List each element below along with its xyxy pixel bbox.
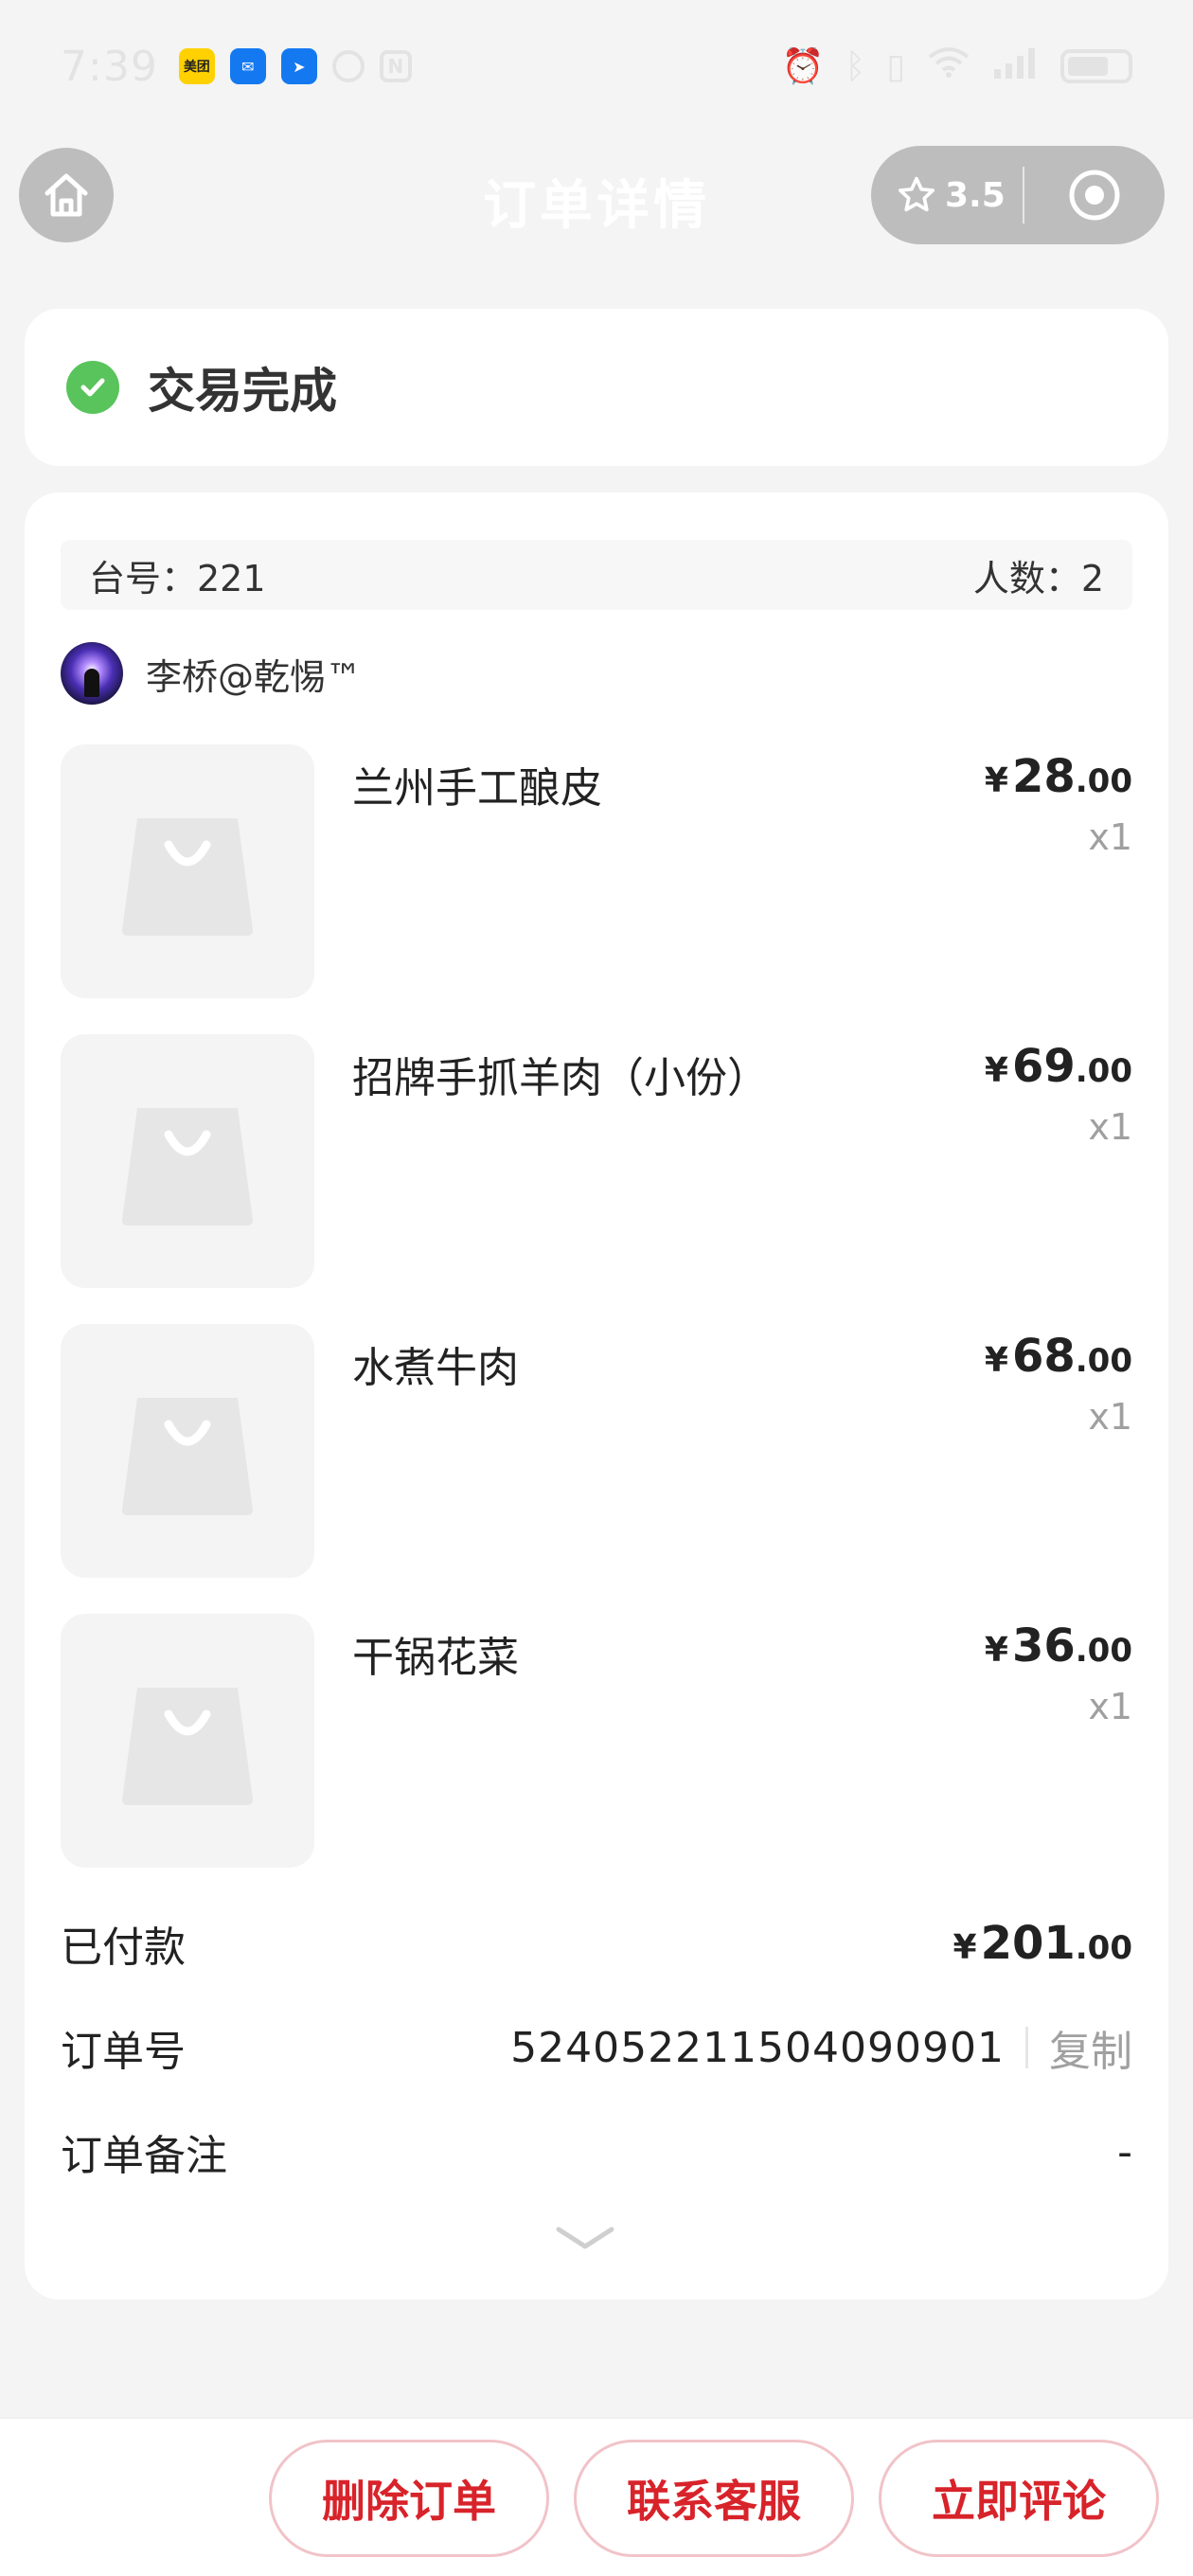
bluetooth-icon: ᛒ <box>845 46 866 86</box>
close-mini-program-button[interactable] <box>1024 167 1165 224</box>
expand-button[interactable] <box>555 2224 615 2258</box>
product-thumbnail <box>61 744 314 998</box>
status-right-icons: ⏰ ᛒ ▯ <box>782 45 1132 88</box>
rating-value: 3.5 <box>945 175 1006 215</box>
delete-order-button[interactable]: 删除订单 <box>269 2440 549 2557</box>
target-icon <box>1069 170 1120 221</box>
item-quantity: x1 <box>1088 1106 1132 1148</box>
rating-button[interactable]: 3.5 <box>871 174 1023 216</box>
item-price: ¥28.00 <box>984 750 1132 803</box>
star-icon <box>898 176 935 212</box>
avatar <box>61 642 123 705</box>
product-thumbnail <box>61 1034 314 1288</box>
product-thumbnail <box>61 1324 314 1578</box>
status-time: 7:39 <box>61 42 158 91</box>
list-item[interactable]: 招牌手抓羊肉（小份） ¥69.00 x1 <box>61 1034 1132 1288</box>
list-item[interactable]: 兰州手工酿皮 ¥28.00 x1 <box>61 744 1132 998</box>
people-count: 人数：2 <box>972 557 1104 599</box>
shopping-bag-icon <box>122 1688 253 1805</box>
order-number-row: 订单号 524052211504090901 复制 <box>61 2017 1132 2078</box>
order-number-value: 524052211504090901 <box>510 2023 1005 2072</box>
mail-icon: ✉ <box>229 48 266 84</box>
list-item[interactable]: 干锅花菜 ¥36.00 x1 <box>61 1614 1132 1868</box>
signal-icon <box>992 46 1040 87</box>
order-detail-card: 台号：221 人数：2 李桥@乾惕™ 兰州手工酿皮 ¥28.00 x1 招牌手抓… <box>25 492 1168 2299</box>
item-price: ¥69.00 <box>984 1040 1132 1093</box>
battery-icon <box>1060 49 1132 83</box>
paid-amount: ¥201.00 <box>953 1917 1133 1970</box>
order-number-label: 订单号 <box>61 2028 186 2076</box>
order-status-text: 交易完成 <box>148 364 337 419</box>
check-circle-icon <box>66 361 119 414</box>
order-remark-value: - <box>1117 2127 1132 2176</box>
item-price: ¥36.00 <box>984 1619 1132 1673</box>
table-info-bar: 台号：221 人数：2 <box>61 540 1132 610</box>
navigation-icon: ➤ <box>280 48 317 84</box>
item-name: 兰州手工酿皮 <box>352 764 602 813</box>
status-app-icons: 美团 ✉ ➤ N <box>178 48 412 84</box>
shopping-bag-icon <box>122 1108 253 1225</box>
copy-divider <box>1025 2027 1028 2068</box>
vibrate-icon: ▯ <box>886 46 905 86</box>
item-quantity: x1 <box>1088 816 1132 858</box>
product-thumbnail <box>61 1614 314 1868</box>
nfc-icon: N <box>379 50 412 82</box>
bottom-action-bar: 删除订单 联系客服 立即评论 <box>0 2417 1193 2576</box>
orderer-name: 李桥@乾惕™ <box>146 655 363 698</box>
copy-button[interactable]: 复制 <box>1049 2017 1132 2078</box>
item-quantity: x1 <box>1088 1686 1132 1727</box>
item-name: 水煮牛肉 <box>352 1344 519 1392</box>
list-item[interactable]: 水煮牛肉 ¥68.00 x1 <box>61 1324 1132 1578</box>
order-status-card: 交易完成 <box>25 309 1168 466</box>
nav-bar: 订单详情 3.5 <box>0 142 1193 248</box>
item-name: 招牌手抓羊肉（小份） <box>352 1054 769 1102</box>
contact-service-button[interactable]: 联系客服 <box>574 2440 854 2557</box>
order-remark-row: 订单备注 - <box>61 2121 1132 2182</box>
chevron-down-icon <box>556 2227 614 2249</box>
review-now-button[interactable]: 立即评论 <box>879 2440 1159 2557</box>
wifi-icon <box>926 45 971 88</box>
orderer-row: 李桥@乾惕™ <box>61 642 362 705</box>
table-number: 台号：221 <box>89 557 266 599</box>
item-price: ¥68.00 <box>984 1330 1132 1383</box>
paid-row: 已付款 ¥201.00 <box>61 1913 1132 1974</box>
shopping-bag-icon <box>122 818 253 936</box>
mini-program-capsule: 3.5 <box>871 146 1165 244</box>
item-name: 干锅花菜 <box>352 1634 519 1682</box>
alarm-off-icon: ⏰ <box>781 47 825 86</box>
order-remark-label: 订单备注 <box>61 2132 227 2180</box>
shopping-bag-icon <box>122 1398 253 1515</box>
paid-label: 已付款 <box>61 1923 186 1972</box>
status-bar: 7:39 美团 ✉ ➤ N ⏰ ᛒ ▯ <box>0 0 1193 133</box>
item-quantity: x1 <box>1088 1396 1132 1438</box>
meituan-app-icon: 美团 <box>178 48 215 84</box>
ghost-icon <box>331 50 365 82</box>
